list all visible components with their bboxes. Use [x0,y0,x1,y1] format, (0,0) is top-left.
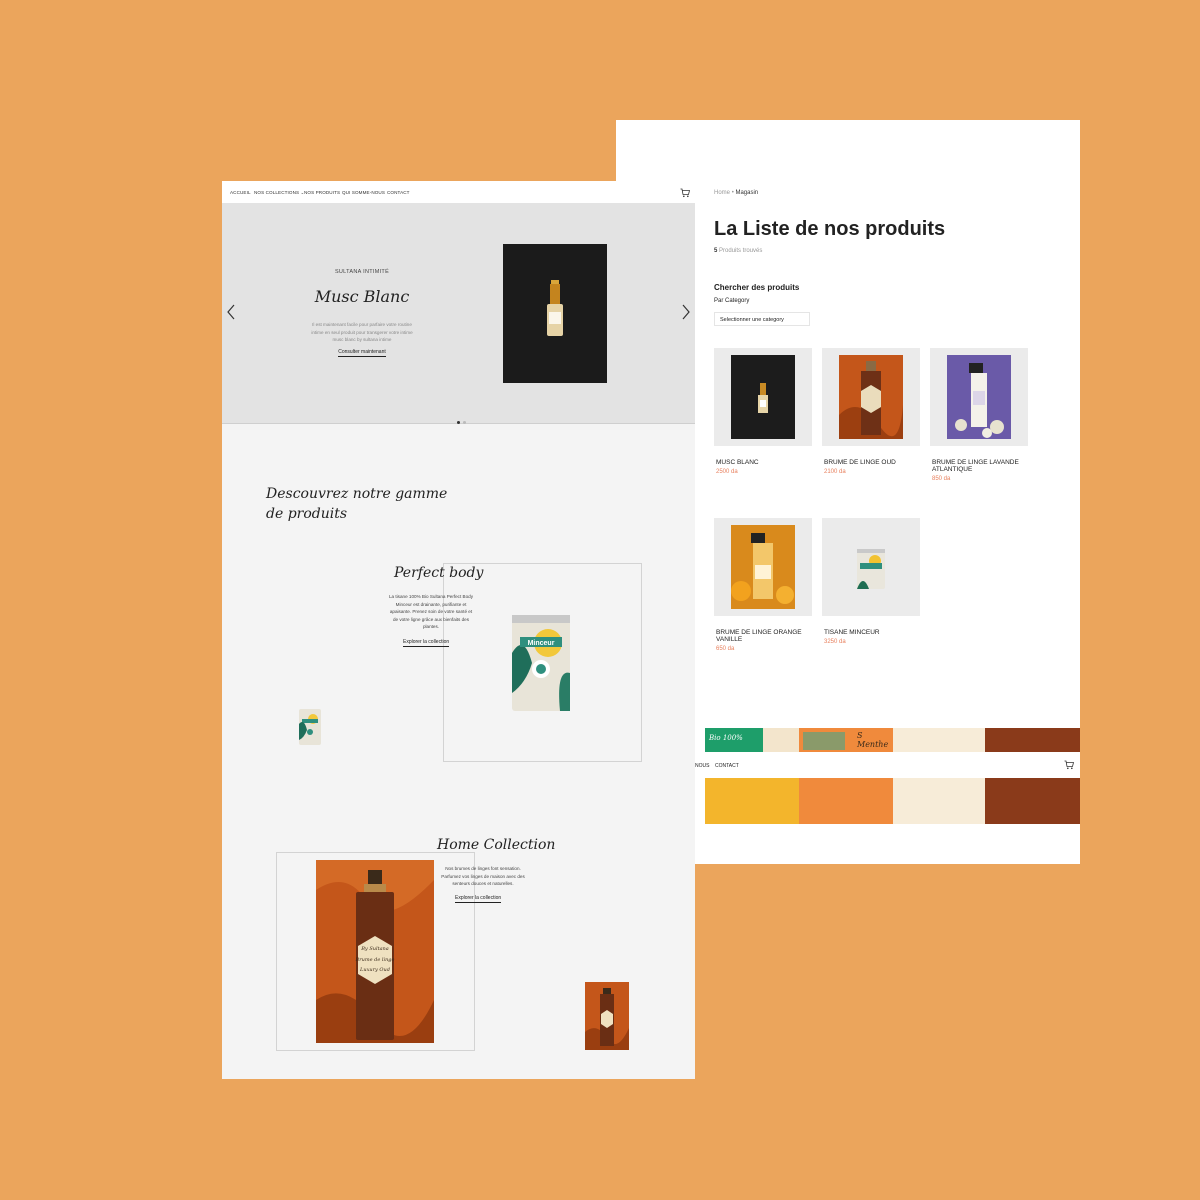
product-image[interactable] [714,348,812,446]
product-name[interactable]: TISANE MINCEUR [822,629,920,636]
home-collection-link[interactable]: Explorer la collection [455,895,502,903]
product-image[interactable] [714,518,812,616]
collage-strip: Bio 100% S Menthe NOUS CONTACT [695,728,1080,824]
product-name[interactable]: MUSC BLANC [714,459,812,466]
nav-produits[interactable]: NOS PRODUITS [304,190,340,195]
minceur-thumbnail[interactable] [298,708,322,746]
menthe-label: S Menthe [857,731,889,749]
perfect-body-text: La tisane 100% Bio Sultana Perfect Body … [388,594,474,629]
cart-icon[interactable] [680,188,690,198]
tile-bio-bottom [705,778,799,824]
bottle-label-2: Brume de linge [355,957,395,963]
search-heading: Chercher des produits [714,283,800,292]
product-image[interactable] [822,348,920,446]
product-price: 2500 da [716,469,738,475]
product-card[interactable]: BRUME DE LINGE ORANGE VANILLE 650 da [714,518,812,652]
home-collection-title: Home Collection [437,837,556,853]
oud-bottle-image: By Sultana Brume de linge Luxury Oud [316,860,434,1043]
home-collection-text: Nos brumes de linges font sensation. Par… [441,866,525,886]
product-photo-brume-oud [839,355,903,439]
strip-nav-item[interactable]: NOUS [695,763,709,769]
slider-dots [457,411,469,429]
breadcrumb-current: Magasin [735,190,759,196]
bottle-label-3: Luxury Oud [359,967,390,973]
slider-dot-active[interactable] [457,421,460,424]
nav-accueil[interactable]: ACCUEIL [230,190,251,195]
product-count-label: Produits trouvés [719,248,763,254]
hero-subtitle: SULTANA INTIMITÉ [334,269,390,275]
breadcrumb: Home • Magasin [714,190,758,196]
product-image[interactable] [822,518,920,616]
oud-thumbnail[interactable] [585,982,629,1050]
minceur-pack-image: Minceur [512,615,570,711]
product-photo-brume-orange [731,525,795,609]
bio-badge: Bio 100% [709,734,743,742]
product-count-number: 5 [714,248,718,254]
product-card[interactable]: BRUME DE LINGE OUD 2100 da [822,348,920,475]
home-page: ACCUEIL NOS COLLECTIONS ⌄ NOS PRODUITS Q… [222,181,695,1079]
category-label: Par Category [714,298,750,304]
nav-qui-sommes-nous[interactable]: QUI SOMME-NOUS [342,190,385,195]
strip-navbar: NOUS CONTACT [695,752,1080,778]
strip-nav-contact[interactable]: CONTACT [715,763,739,769]
product-card[interactable]: TISANE MINCEUR 3250 da [822,518,920,645]
breadcrumb-separator: • [731,190,734,196]
breadcrumb-home[interactable]: Home [714,190,730,196]
product-image[interactable] [930,348,1028,446]
product-price: 2100 da [824,469,846,475]
product-count: 5 Produits trouvés [714,248,762,254]
range-title-line1: Descouvrez notre gamme [266,486,448,502]
product-card[interactable]: BRUME DE LINGE LAVANDE ATLANTIQUE 850 da [930,348,1028,482]
nav-contact[interactable]: CONTACT [387,190,410,195]
range-title: Descouvrez notre gamme de produits [266,484,447,524]
product-photo-tisane-minceur [839,525,903,609]
product-name[interactable]: BRUME DE LINGE LAVANDE ATLANTIQUE [930,459,1028,473]
chevron-left-icon[interactable] [226,303,236,321]
hero-cta-link[interactable]: Consulter maintenant [338,349,386,357]
product-price: 650 da [716,646,735,652]
nav-collections-label: NOS COLLECTIONS [254,190,300,195]
category-select[interactable]: Selectionner une category [714,312,810,326]
range-title-line2: de produits [266,506,348,522]
hero-title: Musc Blanc [314,287,410,306]
pack-brand: Minceur [528,640,555,647]
product-price: 3250 da [824,639,846,645]
nav-collections[interactable]: NOS COLLECTIONS ⌄ [254,190,305,196]
product-price: 850 da [932,476,951,482]
top-navigation: ACCUEIL NOS COLLECTIONS ⌄ NOS PRODUITS Q… [222,181,695,203]
page-title: La Liste de nos produits [714,218,946,240]
bottle-label-1: By Sultana [360,946,389,952]
chevron-right-icon[interactable] [681,303,691,321]
perfect-body-title: Perfect body [394,565,484,581]
hero-description: Il est maintenant facile pour parfaire v… [311,322,413,342]
product-card[interactable]: MUSC BLANC 2500 da [714,348,812,475]
product-name[interactable]: BRUME DE LINGE ORANGE VANILLE [714,629,812,643]
product-name[interactable]: BRUME DE LINGE OUD [822,459,920,466]
product-photo-musc-blanc [731,355,795,439]
hero-slider: SULTANA INTIMITÉ Musc Blanc Il est maint… [222,203,695,424]
perfect-body-link[interactable]: Explorer la collection [403,639,450,647]
hero-cta: Consulter maintenant [222,349,502,357]
slider-dot[interactable] [463,421,466,424]
product-photo-brume-lavande [947,355,1011,439]
cart-icon[interactable] [1064,760,1074,770]
hero-product-image [503,244,607,383]
